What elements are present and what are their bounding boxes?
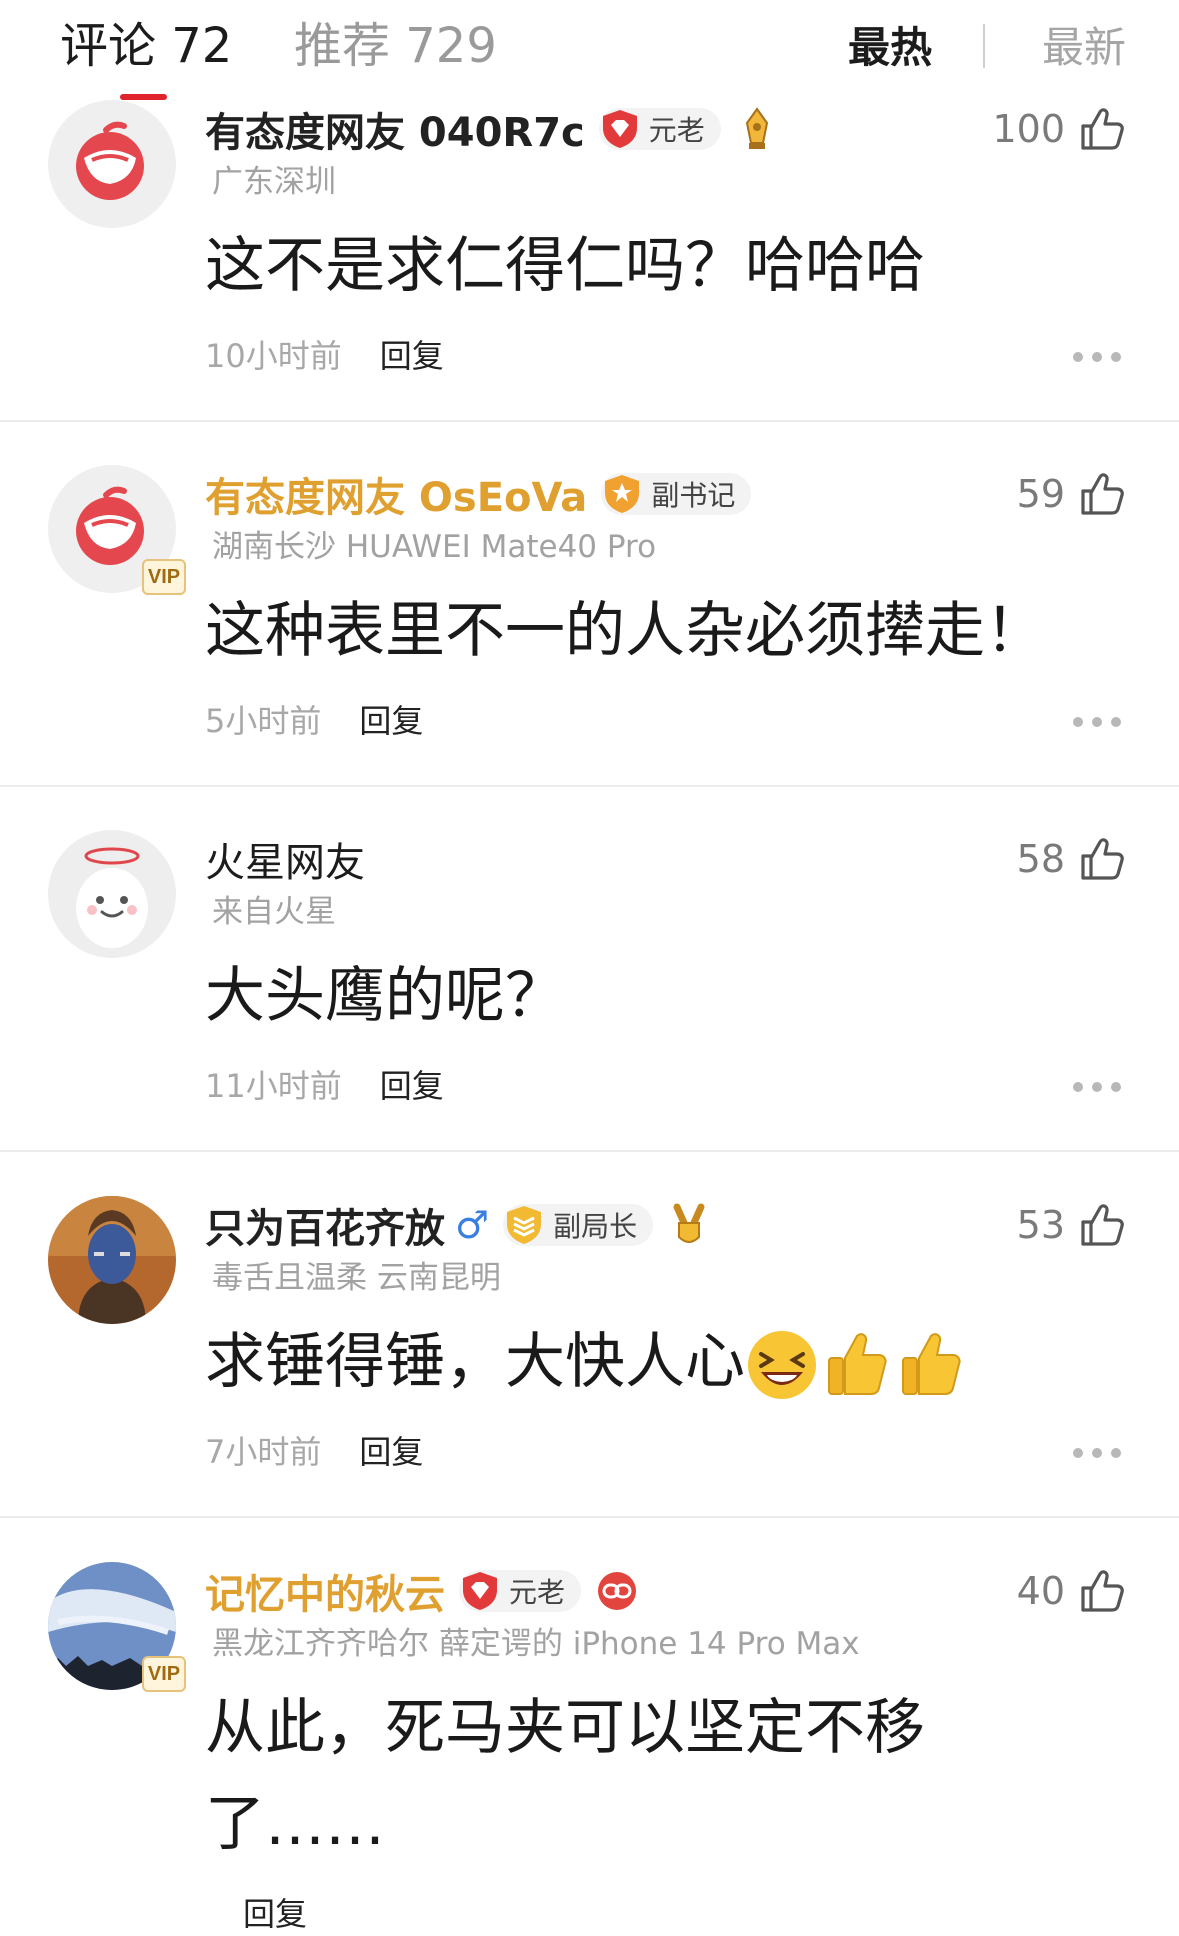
title-badge[interactable]: 副书记	[601, 473, 752, 515]
tab-recommend[interactable]: 推荐 729	[294, 14, 497, 78]
comment-item: 有态度网友 040R7c 元老 广东深圳 100 这不是求仁得仁吗？哈哈哈 10…	[0, 100, 1179, 420]
comment-time: 7小时前	[205, 1433, 322, 1471]
comment-text: 从此，死马夹可以坚定不移了……	[205, 1693, 925, 1859]
name-row: 有态度网友 OsEoVa 副书记	[205, 465, 752, 523]
comment-footer: 7小时前 回复	[205, 1430, 423, 1474]
like-count: 53	[1016, 1203, 1065, 1247]
red-diamond-shield-icon	[459, 1570, 501, 1612]
divider	[0, 1150, 1179, 1152]
red-diamond-shield-icon	[599, 108, 641, 150]
like-button[interactable]: 40	[1017, 1562, 1127, 1620]
reply-button[interactable]: 回复	[380, 337, 444, 375]
sort-hot-button[interactable]: 最热	[848, 20, 932, 76]
comment-time: 5小时前	[205, 702, 322, 740]
like-count: 58	[1016, 837, 1065, 881]
thumbs-up-outline-icon	[1077, 1200, 1127, 1250]
user-name[interactable]: 只为百花齐放	[205, 1196, 445, 1254]
avatar[interactable]: VIP	[48, 465, 186, 595]
name-row: 记忆中的秋云 元老	[205, 1562, 639, 1620]
title-badge[interactable]: 元老	[459, 1570, 582, 1612]
title-badge-label: 元老	[648, 114, 705, 147]
title-badge[interactable]: 元老	[598, 108, 721, 150]
vip-badge: VIP	[142, 1656, 186, 1692]
user-name[interactable]: 火星网友	[205, 830, 365, 888]
comment-text: 求锤得锤，大快人心	[205, 1327, 745, 1397]
like-count: 59	[1016, 472, 1065, 516]
comment-item: VIP 有态度网友 OsEoVa 副书记 湖南长沙 HUAWEI Mate40 …	[0, 465, 1179, 785]
like-count: 100	[992, 107, 1065, 151]
divider	[0, 1516, 1179, 1518]
name-row: 有态度网友 040R7c 元老	[205, 100, 779, 158]
user-location: 毒舌且温柔 云南昆明	[212, 1260, 501, 1296]
comment-footer: 回复	[205, 1892, 307, 1936]
reply-button[interactable]: 回复	[359, 702, 423, 740]
comment-footer: 11小时前 回复	[205, 1064, 444, 1108]
like-count: 40	[1016, 1569, 1065, 1613]
name-row: 只为百花齐放 ♂ 副局长	[205, 1196, 711, 1254]
title-badge-label: 副书记	[651, 479, 736, 512]
avatar[interactable]	[48, 830, 176, 958]
avatar[interactable]: VIP	[48, 1562, 186, 1692]
user-location: 黑龙江齐齐哈尔 薛定谔的 iPhone 14 Pro Max	[212, 1626, 860, 1662]
like-button[interactable]: 53	[1017, 1196, 1127, 1254]
more-options-icon[interactable]	[1073, 1448, 1121, 1460]
reply-button[interactable]: 回复	[380, 1067, 444, 1105]
thumbs-up-outline-icon	[1077, 104, 1127, 154]
thumbs-up-outline-icon	[1077, 469, 1127, 519]
comment-text-row: 求锤得锤，大快人心	[205, 1314, 1105, 1410]
comment-footer: 5小时前 回复	[205, 699, 423, 743]
thumbs-up-icon	[902, 1333, 961, 1396]
like-button[interactable]: 100	[992, 100, 1127, 158]
user-photo-avatar	[48, 1196, 176, 1324]
comment-item: VIP 记忆中的秋云 元老 黑龙江齐齐哈尔 薛定谔的 iPhone 14 Pro…	[0, 1562, 1179, 1933]
comment-time: 11小时前	[205, 1067, 342, 1105]
reply-button[interactable]: 回复	[243, 1895, 307, 1933]
divider	[0, 785, 1179, 787]
male-icon: ♂	[455, 1203, 490, 1247]
comment-item: 只为百花齐放 ♂ 副局长 毒舌且温柔 云南昆明 53 求锤得锤，大快人心 7小时…	[0, 1196, 1179, 1516]
divider	[0, 420, 1179, 422]
orange-star-shield-icon	[601, 473, 643, 515]
vip-badge: VIP	[142, 559, 186, 595]
comment-footer: 10小时前 回复	[205, 334, 444, 378]
comment-text: 这种表里不一的人杂必须撵走！	[205, 596, 1045, 666]
laughing-face-icon	[748, 1331, 816, 1400]
user-name[interactable]: 记忆中的秋云	[205, 1562, 445, 1620]
comment-time: 10小时前	[205, 337, 342, 375]
comment-header: 评论 72 推荐 729 最热 最新	[0, 0, 1179, 100]
tab-comments[interactable]: 评论 72	[60, 14, 232, 78]
avatar[interactable]	[48, 100, 176, 228]
title-badge-label: 副局长	[553, 1210, 638, 1243]
reply-button[interactable]: 回复	[359, 1433, 423, 1471]
avatar[interactable]	[48, 1196, 176, 1324]
name-row: 火星网友	[205, 830, 365, 888]
more-options-icon[interactable]	[1073, 1082, 1121, 1094]
sort-new-button[interactable]: 最新	[1042, 20, 1126, 76]
title-badge[interactable]: 副局长	[503, 1204, 654, 1246]
red-chain-badge-icon[interactable]	[595, 1567, 639, 1615]
user-location: 湖南长沙 HUAWEI Mate40 Pro	[212, 529, 657, 565]
mars-mascot-icon	[48, 830, 176, 958]
gold-pen-medal-icon[interactable]	[735, 105, 779, 153]
comment-item: 火星网友 来自火星 58 大头鹰的呢？ 11小时前 回复	[0, 830, 1179, 1150]
thumbs-up-outline-icon	[1077, 834, 1127, 884]
more-options-icon[interactable]	[1073, 352, 1121, 364]
title-badge-label: 元老	[509, 1576, 566, 1609]
thumbs-up-icon	[828, 1333, 887, 1396]
like-button[interactable]: 59	[1017, 465, 1127, 523]
user-location: 来自火星	[212, 894, 336, 930]
comment-text: 这不是求仁得仁吗？哈哈哈	[205, 231, 925, 301]
victory-hand-medal-icon[interactable]	[667, 1201, 711, 1249]
user-name[interactable]: 有态度网友 040R7c	[205, 100, 585, 158]
more-options-icon[interactable]	[1073, 717, 1121, 729]
comment-text: 大头鹰的呢？	[205, 961, 565, 1031]
like-button[interactable]: 58	[1017, 830, 1127, 888]
user-location: 广东深圳	[212, 164, 336, 200]
sort-divider	[983, 24, 985, 68]
user-name[interactable]: 有态度网友 OsEoVa	[205, 465, 587, 523]
gold-layers-shield-icon	[503, 1204, 545, 1246]
thumbs-up-outline-icon	[1077, 1566, 1127, 1616]
